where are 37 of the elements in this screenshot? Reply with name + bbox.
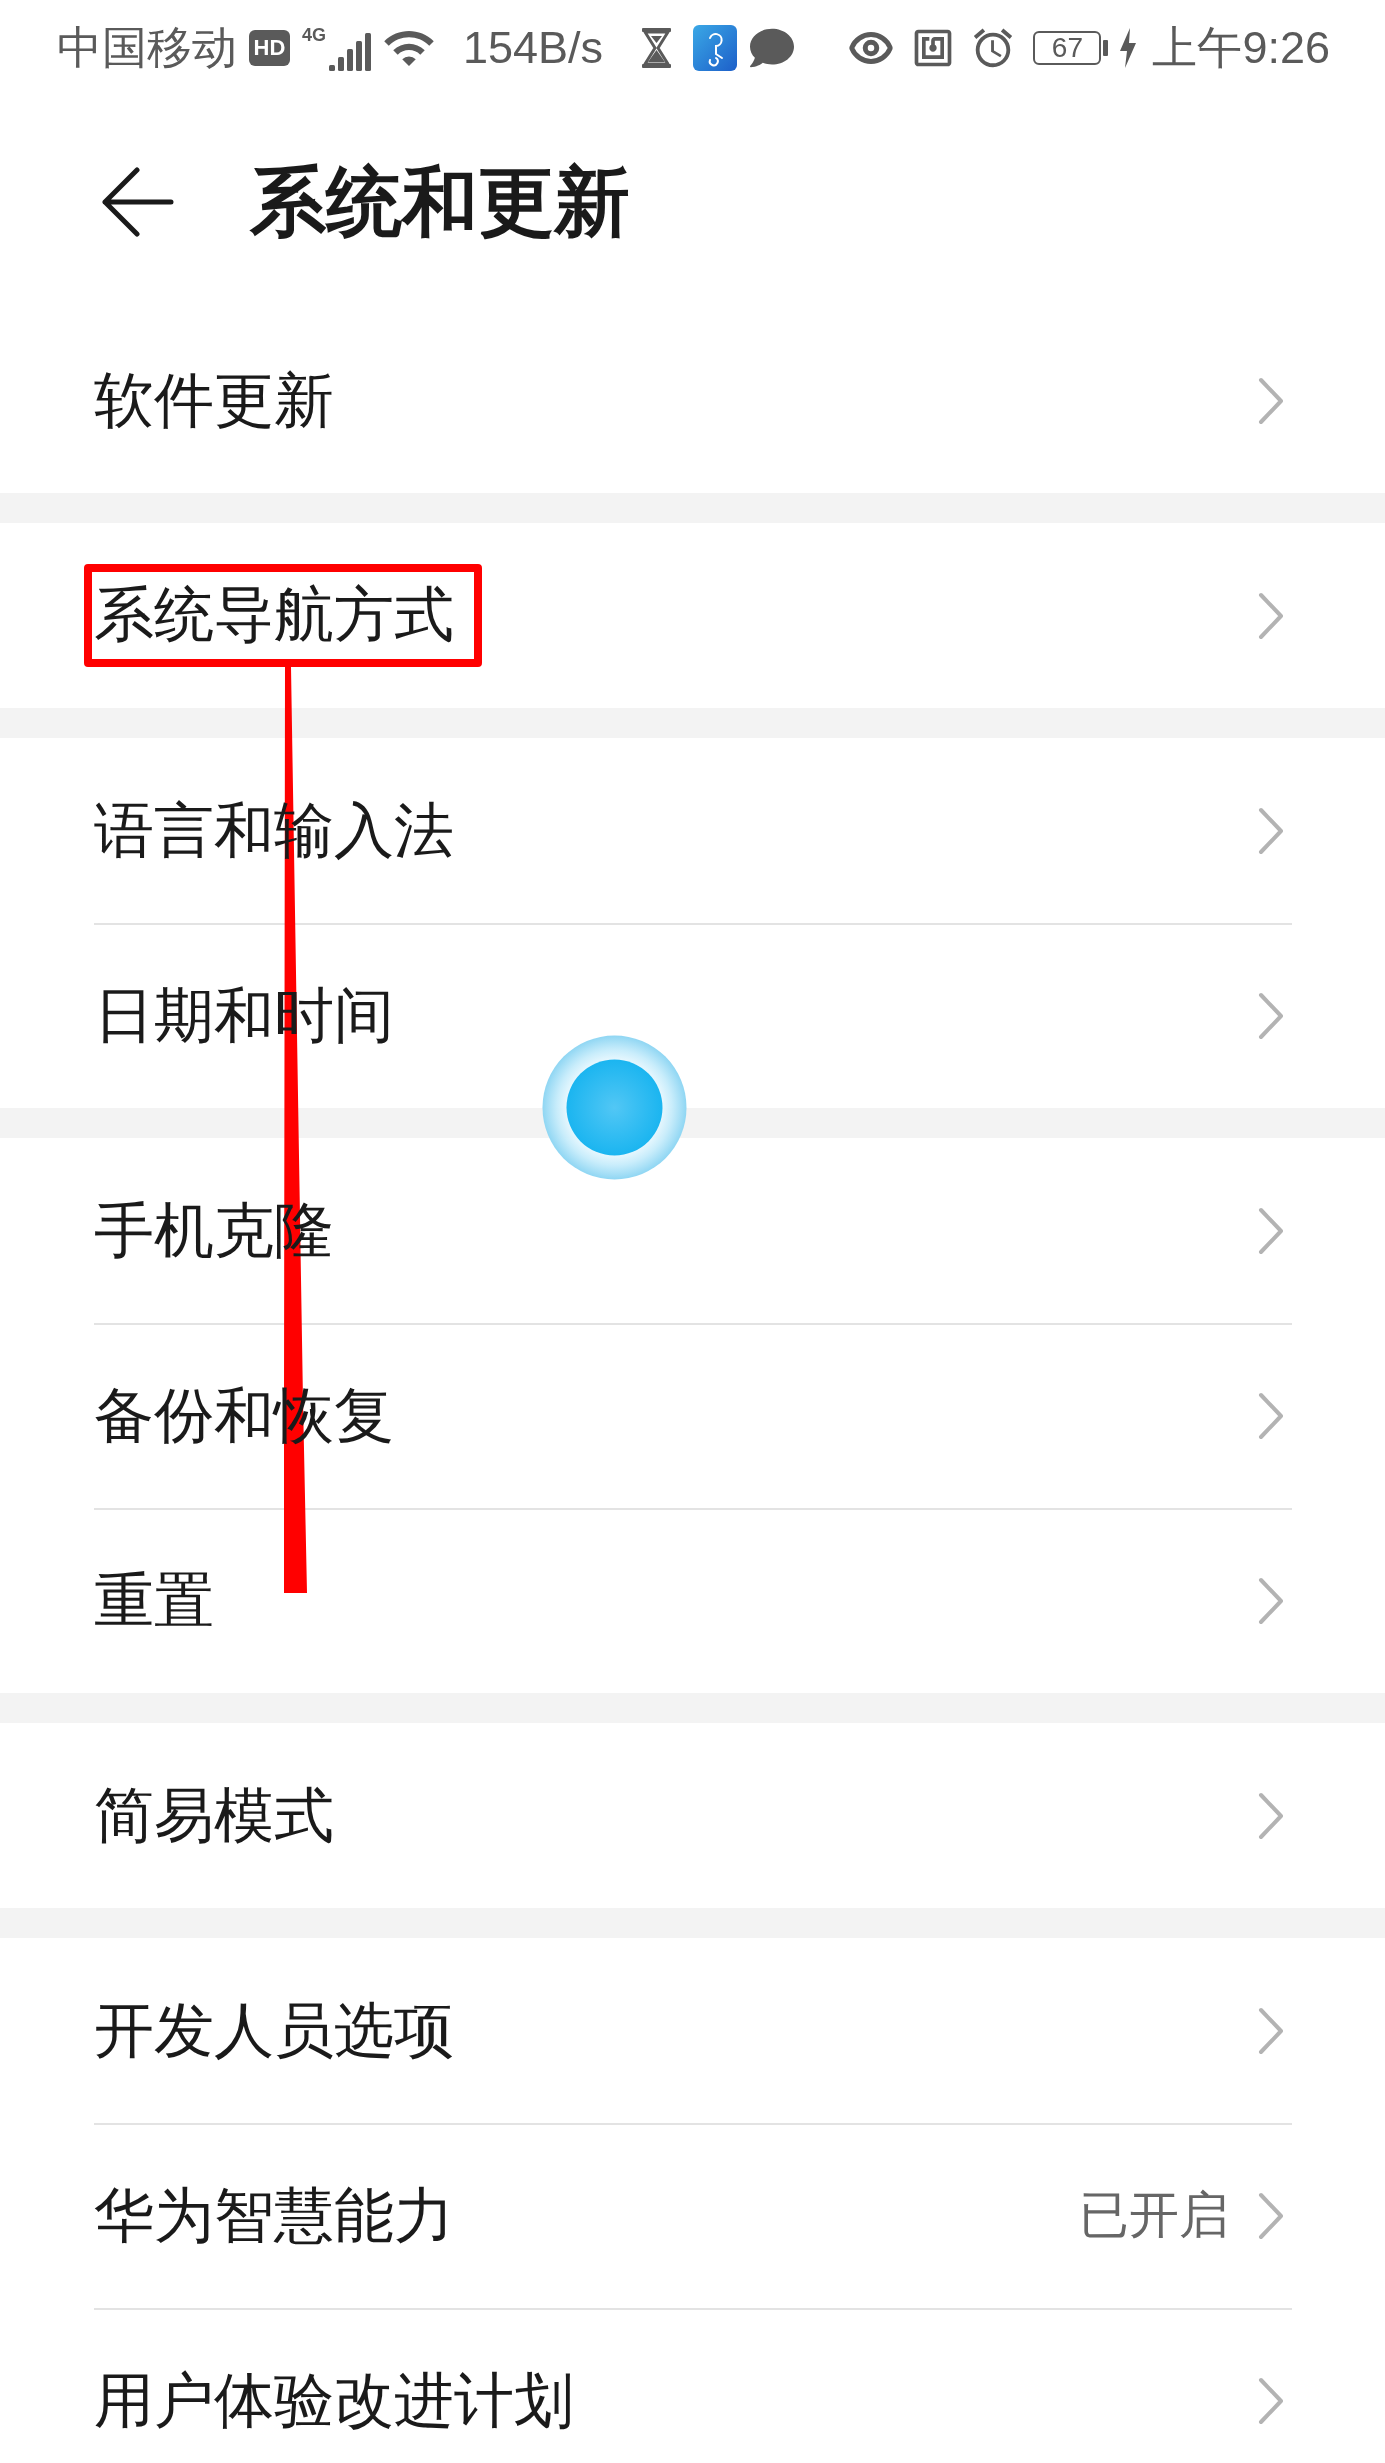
item-label: 软件更新 bbox=[94, 366, 334, 435]
charging-bolt-icon bbox=[1119, 27, 1138, 68]
item-label: 华为智慧能力 bbox=[94, 2181, 454, 2250]
item-label: 简易模式 bbox=[94, 1781, 334, 1850]
item-label: 系统导航方式 bbox=[94, 581, 454, 648]
network-type-label: 4G bbox=[302, 26, 326, 44]
settings-item[interactable]: 用户体验改进计划 bbox=[0, 2308, 1385, 2463]
chevron-right-icon bbox=[1257, 1790, 1285, 1841]
signal-icon bbox=[329, 32, 371, 71]
item-label: 重置 bbox=[94, 1566, 214, 1635]
battery-indicator: 67 bbox=[1033, 30, 1110, 65]
chevron-right-icon bbox=[1257, 805, 1285, 856]
chevron-right-icon bbox=[1257, 990, 1285, 1041]
carrier-name: 中国移动 bbox=[57, 25, 237, 70]
settings-item[interactable]: 开发人员选项 bbox=[0, 1938, 1385, 2123]
settings-item[interactable]: 软件更新 bbox=[0, 308, 1385, 493]
chevron-right-icon bbox=[1257, 375, 1285, 426]
clock-time: 上午9:26 bbox=[1152, 25, 1330, 70]
hourglass-icon bbox=[642, 27, 672, 68]
hd-badge: HD bbox=[249, 29, 290, 66]
back-arrow-icon bbox=[102, 166, 174, 237]
settings-item[interactable]: 简易模式 bbox=[0, 1723, 1385, 1908]
chevron-right-icon bbox=[1257, 1205, 1285, 1256]
chevron-right-icon bbox=[1257, 1390, 1285, 1441]
chevron-right-icon bbox=[1257, 2190, 1285, 2241]
chevron-right-icon bbox=[1257, 2005, 1285, 2056]
item-label: 开发人员选项 bbox=[94, 1996, 454, 2065]
chevron-right-icon bbox=[1257, 2375, 1285, 2426]
settings-item[interactable]: 重置 bbox=[0, 1508, 1385, 1693]
chevron-right-icon bbox=[1257, 1575, 1285, 1626]
item-value: 已开启 bbox=[1079, 2186, 1229, 2245]
network-speed: 154B/s bbox=[463, 25, 604, 70]
page-title: 系统和更新 bbox=[250, 157, 630, 246]
settings-item[interactable]: 华为智慧能力 已开启 bbox=[0, 2123, 1385, 2308]
item-label: 用户体验改进计划 bbox=[94, 2366, 574, 2435]
app-icon bbox=[693, 24, 738, 71]
chevron-right-icon bbox=[1257, 590, 1285, 641]
